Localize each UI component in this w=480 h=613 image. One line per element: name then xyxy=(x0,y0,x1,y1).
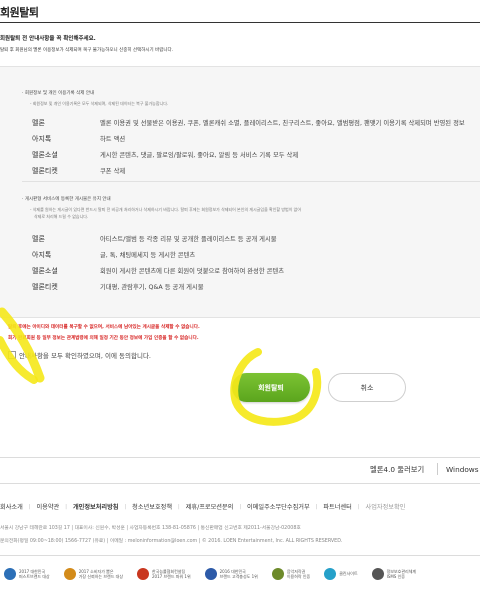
award-item: 2016 대한민국 브랜드 고객충성도 1위 xyxy=(204,568,258,580)
award-item: 클린사이트 xyxy=(324,568,358,580)
footer-link-privacy[interactable]: 개인정보처리방침 xyxy=(73,502,119,511)
award-item: 2017 소비자가 뽑은 가장 신뢰하는 브랜드 대상 xyxy=(63,568,124,580)
footer-link-partner[interactable]: 파트너센터 xyxy=(323,502,351,511)
footer-link-youth[interactable]: 청소년보호정책 xyxy=(132,502,172,511)
section2-subtitle: - 삭제를 원하는 게시글이 있다면 반드시 탈퇴 전 비공개 처리하거나 삭제… xyxy=(30,207,302,212)
section1-title: · 회원정보 및 개인 이용기록 삭제 안내 xyxy=(22,91,95,96)
award-item: 정보보호관리체계 ISMS 인증 xyxy=(371,568,417,580)
footer-mid-divider xyxy=(0,483,480,484)
s2-label-social: 멜론소셜 xyxy=(32,267,58,275)
s1-label-social: 멜론소셜 xyxy=(32,151,58,159)
s1-value-ticket: 쿠폰 삭제 xyxy=(100,168,126,175)
award-badge-icon xyxy=(271,568,284,580)
footer-separator: | xyxy=(65,503,67,510)
award-item: 한국능률협회컨설팅 2017 브랜드 파워 1위 xyxy=(137,568,191,580)
title-divider xyxy=(0,22,480,23)
s2-value-ticket: 기대평, 관람후기, Q&A 등 공개 게시물 xyxy=(100,284,204,291)
s2-label-ticket: 멜론티켓 xyxy=(32,283,58,291)
section1-subtitle: - 회원정보 및 개인 이용기록은 모두 삭제되며, 삭제된 데이터는 복구 불… xyxy=(30,101,169,106)
footer-top-divider xyxy=(0,457,480,458)
s1-label-agitok: 아지톡 xyxy=(32,135,52,143)
s1-value-melon: 멜론 이용권 및 선물받은 이용권, 쿠폰, 멜론캐쉬 소멸, 플레이리스트, … xyxy=(100,120,465,127)
award-badge-icon xyxy=(137,568,150,580)
award-item: 음악저작권 이용허락 인증 xyxy=(271,568,311,580)
intro-warning: 탈퇴 후 회원님의 멜론 이용정보가 삭제되며 복구 불가능하오니 신중히 선택… xyxy=(0,48,174,53)
company-address: 서울시 강남구 테헤란로 103길 17 | 대표이사: 신원수, 박성훈 | … xyxy=(0,526,301,531)
yellow-circle-annotation xyxy=(230,348,322,426)
footer-separator: | xyxy=(239,503,242,510)
award-text: 2017 대한민국 퍼스트브랜드 대상 xyxy=(19,568,50,579)
melon40-link[interactable]: 멜론4.0 둘러보기 xyxy=(370,465,424,475)
s2-label-melon: 멜론 xyxy=(32,235,45,243)
yellow-annotation-left xyxy=(0,307,45,384)
s1-value-agitok: 하트 액션 xyxy=(100,136,126,143)
footer-link-terms[interactable]: 이용약관 xyxy=(36,502,59,511)
s2-label-agitok: 아지톡 xyxy=(32,251,52,259)
cancel-button[interactable]: 취소 xyxy=(328,373,406,402)
footer-link-email-refusal[interactable]: 이메일주소무단수집거부 xyxy=(247,502,310,511)
footer-bottom-divider xyxy=(0,555,480,556)
view-toggle-divider xyxy=(437,463,438,475)
footer-links: 회사소개 | 이용약관 | 개인정보처리방침 | 청소년보호정책 | 제휴/프로… xyxy=(0,502,406,512)
s2-value-melon: 아티스트/앨범 등 각종 리뷰 및 공개한 플레이리스트 등 공개 게시물 xyxy=(100,236,277,243)
footer-link-partnership[interactable]: 제휴/프로모션문의 xyxy=(186,502,234,511)
award-text: 정보보호관리체계 ISMS 인증 xyxy=(386,568,417,579)
award-badge-icon xyxy=(4,568,16,580)
award-badge-icon xyxy=(204,568,217,580)
company-contact: 문의전화(평일 09:00~18:00) 1566-7727 (유료) | 이메… xyxy=(0,539,343,544)
s1-label-ticket: 멜론티켓 xyxy=(32,167,58,175)
s1-value-social: 게시한 콘텐츠, 댓글, 팔로잉/팔로워, 좋아요, 알림 등 서비스 기록 모… xyxy=(100,152,299,159)
s2-value-social: 회원이 게시한 콘텐츠에 다른 회원이 덧붙으로 참여하여 완성한 콘텐츠 xyxy=(100,268,285,275)
intro-notice: 회원탈퇴 전 안내사항을 꼭 확인해주세요. xyxy=(0,36,96,42)
awards-row: 2017 대한민국 퍼스트브랜드 대상 2017 소비자가 뽑은 가장 신뢰하는 브… xyxy=(4,568,416,580)
isms-badge-icon xyxy=(371,568,384,580)
award-text: 음악저작권 이용허락 인증 xyxy=(286,568,311,579)
footer-separator: | xyxy=(315,503,318,510)
award-text: 한국능률협회컨설팅 2017 브랜드 파워 1위 xyxy=(152,568,191,579)
clean-site-icon xyxy=(324,568,337,580)
footer-separator: | xyxy=(178,503,180,510)
award-text: 2017 소비자가 뽑은 가장 신뢰하는 브랜드 대상 xyxy=(78,568,124,579)
page-title: 회원탈퇴 xyxy=(0,6,39,19)
windows-link[interactable]: Windows xyxy=(446,465,479,474)
award-badge-icon xyxy=(63,568,76,580)
section-divider xyxy=(22,181,480,182)
award-item: 2017 대한민국 퍼스트브랜드 대상 xyxy=(4,568,50,580)
s2-value-agitok: 글, 톡, 채팅메세지 등 게시한 콘텐츠 xyxy=(100,252,196,259)
footer-link-business-info[interactable]: 사업자정보확인 xyxy=(366,502,406,511)
section2-subtitle-cont: 삭제로 처리해 드릴 수 없습니다. xyxy=(34,214,89,219)
footer-separator: | xyxy=(28,503,31,510)
award-text: 클린사이트 xyxy=(339,571,358,577)
footer-separator: | xyxy=(124,503,127,510)
footer-separator: | xyxy=(357,503,360,510)
s1-label-melon: 멜론 xyxy=(32,119,45,127)
footer-link-company[interactable]: 회사소개 xyxy=(0,502,23,511)
section2-title: · 게시판형 서비스에 등록한 게시물은 유지 안내 xyxy=(22,197,111,202)
award-text: 2016 대한민국 브랜드 고객충성도 1위 xyxy=(219,568,258,579)
